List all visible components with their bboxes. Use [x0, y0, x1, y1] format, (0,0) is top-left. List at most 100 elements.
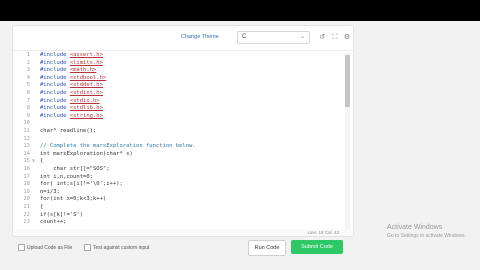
line-number: 18 — [23, 181, 30, 188]
code-text: for(int x=0;k<3;k++) — [40, 196, 106, 204]
code-token: int i,n,count=0; — [40, 173, 93, 180]
code-token: #include — [40, 90, 70, 96]
code-token: char* readline(); — [40, 128, 97, 134]
custom-input-label: Test against custom input — [93, 244, 150, 251]
code-token: <stddef.h> — [69, 82, 103, 89]
code-text: char str[]="SOS"; — [40, 166, 110, 174]
line-number: 14 — [23, 150, 30, 157]
top-black-bar — [0, 0, 480, 21]
run-code-button[interactable]: Run Code — [248, 240, 286, 256]
line-number: 7 — [26, 97, 30, 104]
line-number: 8 — [26, 105, 30, 112]
code-text: char* readline(); — [40, 128, 96, 136]
code-token: <stdlib.h> — [69, 105, 103, 112]
code-token: #include — [40, 82, 70, 89]
watermark-subtitle: Go to Settings to activate Windows. — [387, 233, 466, 239]
code-token: if(s[k]!='S') — [40, 211, 84, 218]
line-number: 15 — [23, 158, 30, 165]
code-text: int i,n,count=0; — [40, 174, 93, 182]
submit-code-button[interactable]: Submit Code — [291, 240, 343, 254]
line-number: 13 — [23, 143, 30, 150]
code-text: #include <stdlib.h> — [40, 105, 103, 113]
code-token: <stdint.h> — [69, 90, 103, 96]
code-text: if(s[k]!='S') — [40, 212, 83, 220]
code-token: <math.h> — [69, 67, 97, 74]
code-text: #include <string.h> — [40, 113, 103, 121]
code-text: #include <assert.h> — [40, 52, 103, 60]
scrollbar-thumb[interactable] — [345, 55, 350, 107]
code-token: <assert.h> — [69, 52, 103, 58]
code-text: #include <stdio.h> — [40, 98, 100, 106]
line-number: 3 — [26, 67, 30, 74]
code-text: { — [40, 158, 43, 166]
upload-checkbox[interactable] — [18, 244, 25, 251]
fold-toggle-icon[interactable]: v — [32, 158, 38, 166]
line-number: 21 — [23, 204, 30, 210]
code-token: n=i/3; — [40, 188, 60, 195]
line-number: 5 — [26, 82, 30, 89]
code-text: int marsExploration(char* s) — [40, 151, 133, 159]
code-token: <limits.h> — [69, 59, 103, 66]
line-number: 4 — [26, 74, 30, 81]
code-token: #include — [40, 52, 70, 58]
code-token: for( int;s[i]!='\0';i++); — [40, 181, 123, 188]
upload-label: Upload Code as File — [27, 244, 73, 251]
language-select[interactable]: C ⌄ — [237, 31, 310, 44]
line-number: 6 — [26, 90, 30, 96]
code-text: #include <limits.h> — [40, 60, 103, 68]
code-text: #include <stdbool.h> — [40, 75, 106, 83]
code-editor-panel: Change Theme C ⌄ ↺ ⛶ ⚙ 1 #include <assert… — [0, 21, 480, 270]
settings-gear-icon[interactable]: ⚙ — [343, 34, 351, 42]
code-token: #include — [40, 74, 70, 81]
line-number: 22 — [23, 211, 30, 218]
code-token: #include — [40, 59, 70, 66]
code-token: for(int x=0;k<3;k++) — [40, 196, 107, 203]
line-number: 23 — [23, 219, 30, 226]
code-text: { — [40, 204, 43, 212]
upload-code-option[interactable]: Upload Code as File — [18, 244, 72, 251]
code-token: // Complete the marsExploration function… — [40, 143, 196, 150]
line-number: 17 — [23, 173, 30, 180]
line-number: 19 — [23, 188, 30, 195]
cursor-position: Line: 18 Col: 43 — [307, 230, 339, 235]
code-text: for( int;s[i]!='\0';i++); — [40, 181, 123, 189]
line-number: 11 — [23, 128, 30, 134]
reset-icon[interactable]: ↺ — [318, 34, 326, 42]
custom-input-option[interactable]: Test against custom input — [84, 244, 149, 251]
code-token: <stdbool.h> — [69, 74, 107, 81]
fullscreen-icon[interactable]: ⛶ — [331, 34, 339, 42]
code-token: <stdio.h> — [69, 97, 100, 104]
code-token: { — [40, 204, 44, 210]
code-token: { — [40, 158, 44, 165]
line-number: 9 — [26, 112, 30, 119]
code-token: #include — [40, 105, 70, 112]
chevron-down-icon: ⌄ — [299, 34, 305, 40]
change-theme-link[interactable]: Change Theme — [181, 34, 219, 40]
line-number: 10 — [23, 120, 30, 127]
code-text: #include <stdint.h> — [40, 90, 103, 98]
code-token: char str[]="SOS"; — [40, 166, 110, 172]
code-token: <string.h> — [69, 112, 103, 119]
editor-statusbar: Line: 18 Col: 43 — [13, 229, 353, 236]
code-text: // Complete the marsExploration function… — [40, 143, 196, 151]
line-number: 1 — [26, 52, 30, 58]
code-token: #include — [40, 97, 70, 104]
line-number: 12 — [23, 135, 30, 142]
code-text: #include <math.h> — [40, 67, 96, 75]
code-token: #include — [40, 112, 70, 119]
line-number: 20 — [23, 196, 30, 203]
code-text: n=i/3; — [40, 189, 60, 197]
custom-input-checkbox[interactable] — [84, 244, 91, 251]
code-text: #include <stddef.h> — [40, 82, 103, 90]
vertical-scrollbar[interactable] — [345, 53, 350, 233]
code-token: count++; — [40, 219, 67, 226]
code-token: #include — [40, 67, 70, 74]
code-area[interactable]: 1 #include <assert.h> 2 #include <limits.h>… — [13, 52, 347, 226]
editor-container: Change Theme C ⌄ ↺ ⛶ ⚙ 1 #include <assert… — [12, 25, 354, 237]
code-line: 23 count++; — [13, 219, 343, 227]
code-token: int marsExploration(char* s) — [40, 150, 133, 157]
activate-windows-watermark: Activate Windows Go to Settings to activ… — [387, 224, 466, 239]
line-number: 2 — [26, 59, 30, 66]
watermark-title: Activate Windows — [387, 224, 443, 231]
editor-toolbar: Change Theme C ⌄ ↺ ⛶ ⚙ — [13, 26, 353, 51]
